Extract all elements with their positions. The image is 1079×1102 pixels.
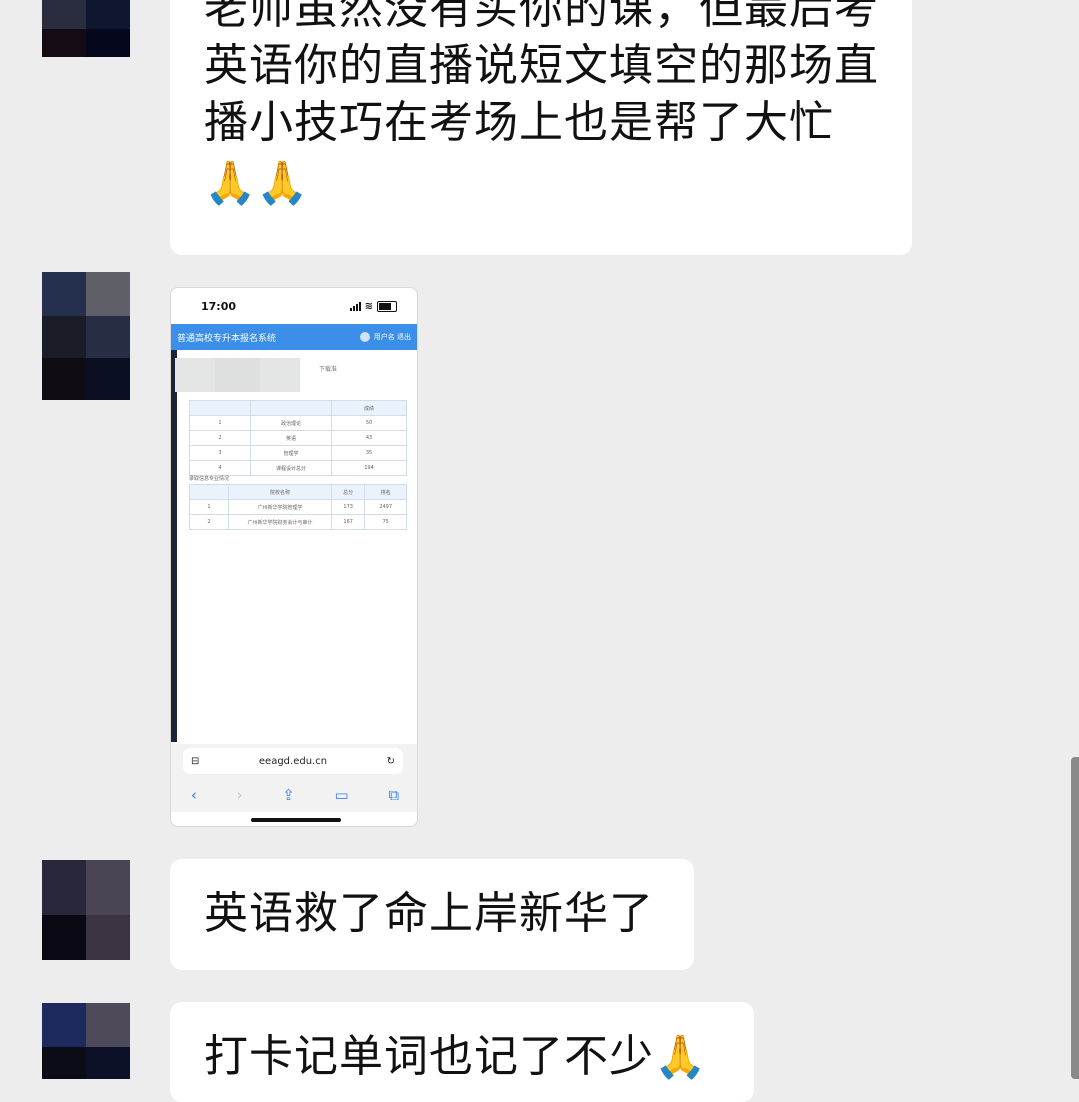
table-header: 院校名称 (228, 484, 332, 500)
scrollbar[interactable] (1071, 757, 1079, 1079)
table-cell: 3 (189, 445, 251, 461)
site-header: 普通高校专升本报名系统 用户名 退出 (171, 324, 417, 350)
site-title: 普通高校专升本报名系统 (177, 333, 277, 344)
score-header: 成绩 (331, 400, 407, 416)
praying-hands-emoji: 🙏🙏 (204, 158, 309, 207)
user-info: 用户名 退出 (373, 333, 411, 341)
signal-icon (349, 301, 361, 311)
table-cell: 2 (189, 514, 229, 530)
avatar[interactable] (42, 272, 130, 400)
table-cell: 2497 (364, 499, 407, 515)
avatar[interactable] (42, 1003, 130, 1079)
page-subtitle: 下载准 (319, 366, 338, 373)
table-cell: 43 (331, 430, 407, 446)
wifi-icon: ≋ (364, 300, 373, 312)
phone-status-bar: 17:00 ≋ (171, 288, 417, 324)
avatar[interactable] (42, 860, 130, 960)
table-cell: 50 (331, 415, 407, 431)
table-cell: 英语 (250, 430, 332, 446)
user-avatar-icon (359, 332, 370, 342)
table-cell: 2 (189, 430, 251, 446)
table-header: 总分 (330, 484, 366, 500)
table-cell: 管理学 (250, 445, 332, 461)
table-cell: 政治理论 (250, 415, 332, 431)
section-label: 录取信息专业情况 (189, 476, 230, 482)
bookmarks-icon: ▭ (334, 786, 349, 804)
table-cell: 课程设计总分 (250, 460, 332, 476)
table-cell: 35 (331, 445, 407, 461)
share-icon: ⇪ (282, 786, 295, 804)
table-header: 排名 (364, 484, 407, 500)
score-table: 成绩 1 政治理论 50 2 英语 43 3 管理学 35 4 课程设计总分 194 (189, 400, 407, 476)
browser-toolbar: ‹ › ⇪ ▭ ⧉ (171, 778, 417, 812)
reload-icon: ↻ (386, 755, 395, 767)
message-bubble[interactable]: 老师虽然没有买你的课，但最后考 英语你的直播说短文填空的那场直 播小技巧在考场上… (170, 0, 912, 255)
table-cell: 1 (189, 499, 229, 515)
page-menu-icon: ⊟ (191, 755, 200, 767)
back-icon: ‹ (190, 786, 197, 804)
table-cell: 广州新华学院管理学 (228, 499, 332, 515)
table-cell: 194 (331, 460, 407, 476)
message-text: 打卡记单词也记了不少 (204, 1031, 654, 1082)
browser-url-bar: ⊟ eeagd.edu.cn ↻ (171, 744, 417, 778)
message-bubble[interactable]: 英语救了命上岸新华了 (170, 859, 694, 970)
table-cell: 167 (330, 514, 366, 530)
address-field: ⊟ eeagd.edu.cn ↻ (183, 748, 403, 774)
home-indicator (251, 818, 341, 822)
image-message-screenshot[interactable]: 17:00 ≋ 普通高校专升本报名系统 用户名 退出 下载准 成绩 1 政治理论 5… (170, 287, 418, 827)
message-line: 英语你的直播说短文填空的那场直 (204, 40, 879, 91)
battery-icon (377, 300, 397, 312)
table-cell: 广州新华学院财务会计与审计 (228, 514, 332, 530)
avatar[interactable] (42, 0, 130, 57)
left-edge-bar (171, 350, 177, 742)
blurred-region (175, 358, 300, 392)
message-content: 打卡记单词也记了不少🙏 (204, 1028, 706, 1086)
table-cell: 173 (330, 499, 366, 515)
message-bubble[interactable]: 打卡记单词也记了不少🙏 (170, 1002, 754, 1102)
table-cell: 1 (189, 415, 251, 431)
table-cell: 4 (189, 460, 251, 476)
status-time: 17:00 (201, 299, 237, 313)
forward-icon: › (236, 786, 243, 804)
message-text: 英语救了命上岸新华了 (204, 888, 654, 939)
table-cell: 75 (364, 514, 407, 530)
rank-table: 院校名称 总分 排名 1 广州新华学院管理学 173 2497 2 广州新华学院财务会计与审… (189, 484, 407, 530)
praying-hands-emoji: 🙏 (654, 1032, 707, 1081)
tabs-icon: ⧉ (388, 786, 400, 804)
message-line: 播小技巧在考场上也是帮了大忙 (204, 97, 834, 148)
message-line: 老师虽然没有买你的课，但最后考 (204, 0, 879, 34)
url-text: eeagd.edu.cn (258, 755, 328, 767)
